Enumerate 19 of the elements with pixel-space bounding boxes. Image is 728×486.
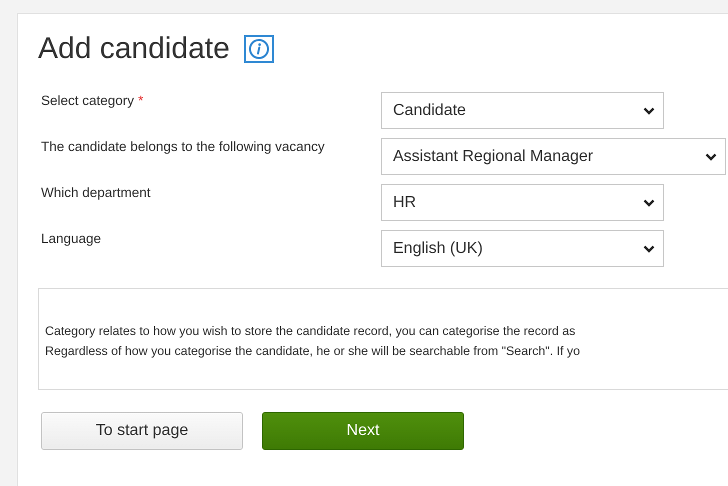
- page-title: Add candidate: [38, 32, 230, 66]
- start-page-button[interactable]: To start page: [41, 412, 243, 450]
- dropdown[interactable]: English (UK): [381, 230, 664, 267]
- next-button[interactable]: Next: [262, 412, 464, 450]
- field-label: Which department: [41, 185, 151, 200]
- caret-icon: [643, 244, 655, 252]
- caret-icon: [705, 152, 717, 160]
- info-text: Category relates to how you wish to store the candidate record, you can categorise the record as: [45, 324, 576, 338]
- dropdown[interactable]: HR: [381, 184, 664, 221]
- caret-icon: [643, 198, 655, 206]
- info-icon[interactable]: [244, 35, 274, 63]
- info-text: Regardless of how you categorise the candidate, he or she will be searchable from "Search". If yo: [45, 344, 580, 358]
- field-label: Select category: [41, 93, 134, 108]
- caret-icon: [643, 106, 655, 114]
- dropdown[interactable]: Assistant Regional Manager: [381, 138, 726, 175]
- required-marker: *: [138, 93, 144, 108]
- field-label: The candidate belongs to the following vacancy: [41, 139, 325, 154]
- dropdown[interactable]: Candidate: [381, 92, 664, 129]
- field-label: Language: [41, 231, 102, 246]
